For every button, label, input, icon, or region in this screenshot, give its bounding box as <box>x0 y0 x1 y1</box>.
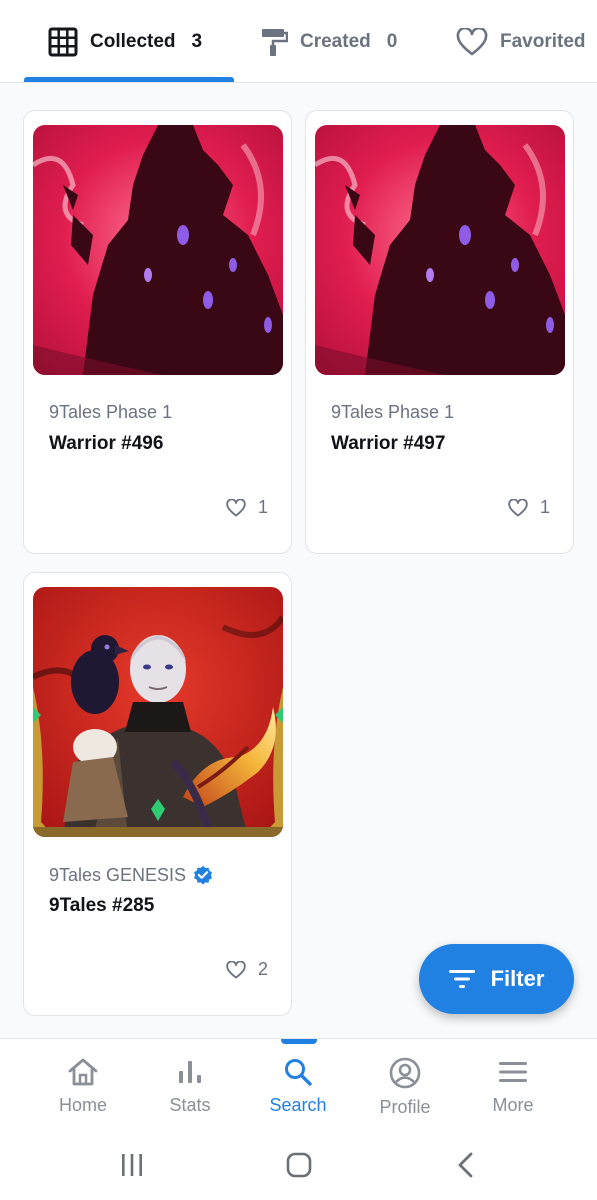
nft-card[interactable]: 9Tales GENESIS 9Tales #285 2 <box>23 572 292 1016</box>
bar-chart-icon <box>179 1061 201 1083</box>
like-button[interactable]: 1 <box>508 497 550 518</box>
nav-home[interactable]: Home <box>33 1057 133 1116</box>
active-tab-indicator <box>24 77 234 82</box>
heart-outline-icon <box>226 498 246 516</box>
active-nav-indicator <box>281 1039 317 1044</box>
nav-search-label: Search <box>269 1095 327 1115</box>
nav-profile[interactable]: Profile <box>355 1057 455 1118</box>
collection-label: 9Tales Phase 1 <box>331 402 455 422</box>
collection-name[interactable]: 9Tales Phase 1 <box>49 402 172 423</box>
tab-collected[interactable]: Collected 3 <box>48 0 203 82</box>
filter-label: Filter <box>490 966 545 991</box>
filter-button[interactable]: Filter <box>419 944 574 1014</box>
collection-label: 9Tales GENESIS <box>49 864 187 885</box>
collection-name[interactable]: 9Tales Phase 1 <box>331 402 454 423</box>
item-name: 9Tales #285 <box>49 895 155 916</box>
home-button-icon[interactable] <box>286 1152 312 1178</box>
heart-outline-icon <box>456 27 488 55</box>
heart-outline-icon <box>226 960 246 978</box>
tab-collected-count: 3 <box>191 30 203 52</box>
collection-label: 9Tales Phase 1 <box>49 402 173 422</box>
like-button[interactable]: 1 <box>226 497 268 518</box>
like-count: 1 <box>257 497 268 517</box>
search-icon <box>285 1059 312 1086</box>
system-nav-bar <box>0 1132 597 1200</box>
nav-home-label: Home <box>58 1095 107 1115</box>
tab-collected-label: Collected <box>90 30 176 52</box>
tab-created-label: Created <box>300 30 371 52</box>
tab-created-count: 0 <box>386 30 398 52</box>
like-count: 1 <box>539 497 550 517</box>
nav-more[interactable]: More <box>463 1057 563 1116</box>
recent-apps-icon[interactable] <box>120 1152 144 1178</box>
item-name: Warrior #497 <box>331 433 446 454</box>
nft-card[interactable]: 9Tales Phase 1 Warrior #497 1 <box>305 110 574 554</box>
grid-icon <box>48 27 78 56</box>
back-icon[interactable] <box>456 1152 476 1178</box>
like-count: 2 <box>257 959 268 979</box>
paint-roller-icon <box>262 28 288 56</box>
verified-badge-icon <box>194 865 213 885</box>
collection-name[interactable]: 9Tales GENESIS <box>49 864 214 886</box>
home-icon <box>68 1058 98 1086</box>
like-button[interactable]: 2 <box>226 959 268 980</box>
nft-image-warrior[interactable] <box>33 125 283 375</box>
nav-stats[interactable]: Stats <box>140 1057 240 1116</box>
profile-icon <box>389 1057 421 1089</box>
nav-more-label: More <box>492 1095 534 1115</box>
tab-created[interactable]: Created 0 <box>260 0 398 82</box>
item-name: Warrior #496 <box>49 433 164 454</box>
nft-image-genesis[interactable] <box>33 587 283 837</box>
nav-search[interactable]: Search <box>248 1057 348 1116</box>
tab-favorited[interactable]: Favorited <box>456 0 586 82</box>
nav-profile-label: Profile <box>379 1097 431 1117</box>
menu-icon <box>499 1062 527 1082</box>
nav-stats-label: Stats <box>169 1095 211 1115</box>
nft-card[interactable]: 9Tales Phase 1 Warrior #496 1 <box>23 110 292 554</box>
tab-favorited-label: Favorited <box>500 30 586 52</box>
filter-icon <box>448 970 475 988</box>
nft-image-warrior[interactable] <box>315 125 565 375</box>
heart-outline-icon <box>508 498 528 516</box>
tab-bar: Collected 3 Created 0 Favorited <box>0 0 597 83</box>
bottom-nav: Home Stats Search Profile More <box>0 1038 597 1132</box>
